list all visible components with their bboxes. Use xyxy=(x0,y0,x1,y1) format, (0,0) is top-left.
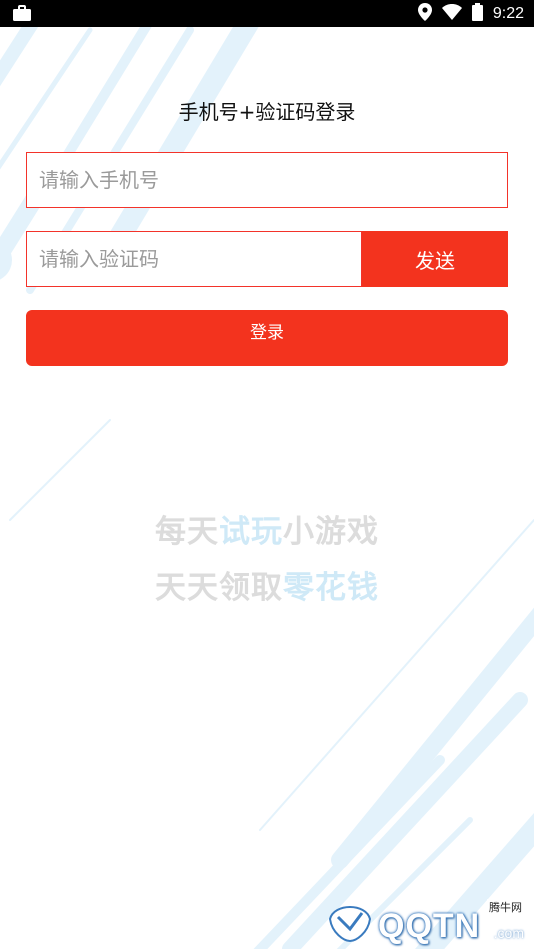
phone-input[interactable] xyxy=(27,153,507,207)
slogan-line-1: 每天试玩小游戏 xyxy=(155,514,379,550)
login-button[interactable]: 登录 xyxy=(26,310,508,366)
slogan-line-2: 天天领取零花钱 xyxy=(155,570,379,606)
verification-code-field[interactable] xyxy=(26,231,362,287)
watermark: 腾牛网 QQTN .com xyxy=(322,893,534,949)
phone-field[interactable] xyxy=(26,152,508,208)
login-button-label: 登录 xyxy=(250,323,284,343)
watermark-brand-cn: 腾牛网 xyxy=(487,899,524,915)
verification-code-input[interactable] xyxy=(27,232,361,286)
watermark-logo-icon xyxy=(328,906,372,943)
location-icon xyxy=(417,2,432,25)
watermark-brand: QQTN xyxy=(378,907,481,945)
page-title: 手机号+验证码登录 xyxy=(178,100,356,124)
wifi-icon xyxy=(441,3,462,24)
watermark-domain: .com xyxy=(493,925,524,941)
send-code-button[interactable]: 发送 xyxy=(362,231,508,287)
battery-icon xyxy=(471,2,483,25)
status-time: 9:22 xyxy=(492,4,524,22)
briefcase-icon xyxy=(12,5,32,26)
status-bar: 9:22 xyxy=(0,0,534,27)
